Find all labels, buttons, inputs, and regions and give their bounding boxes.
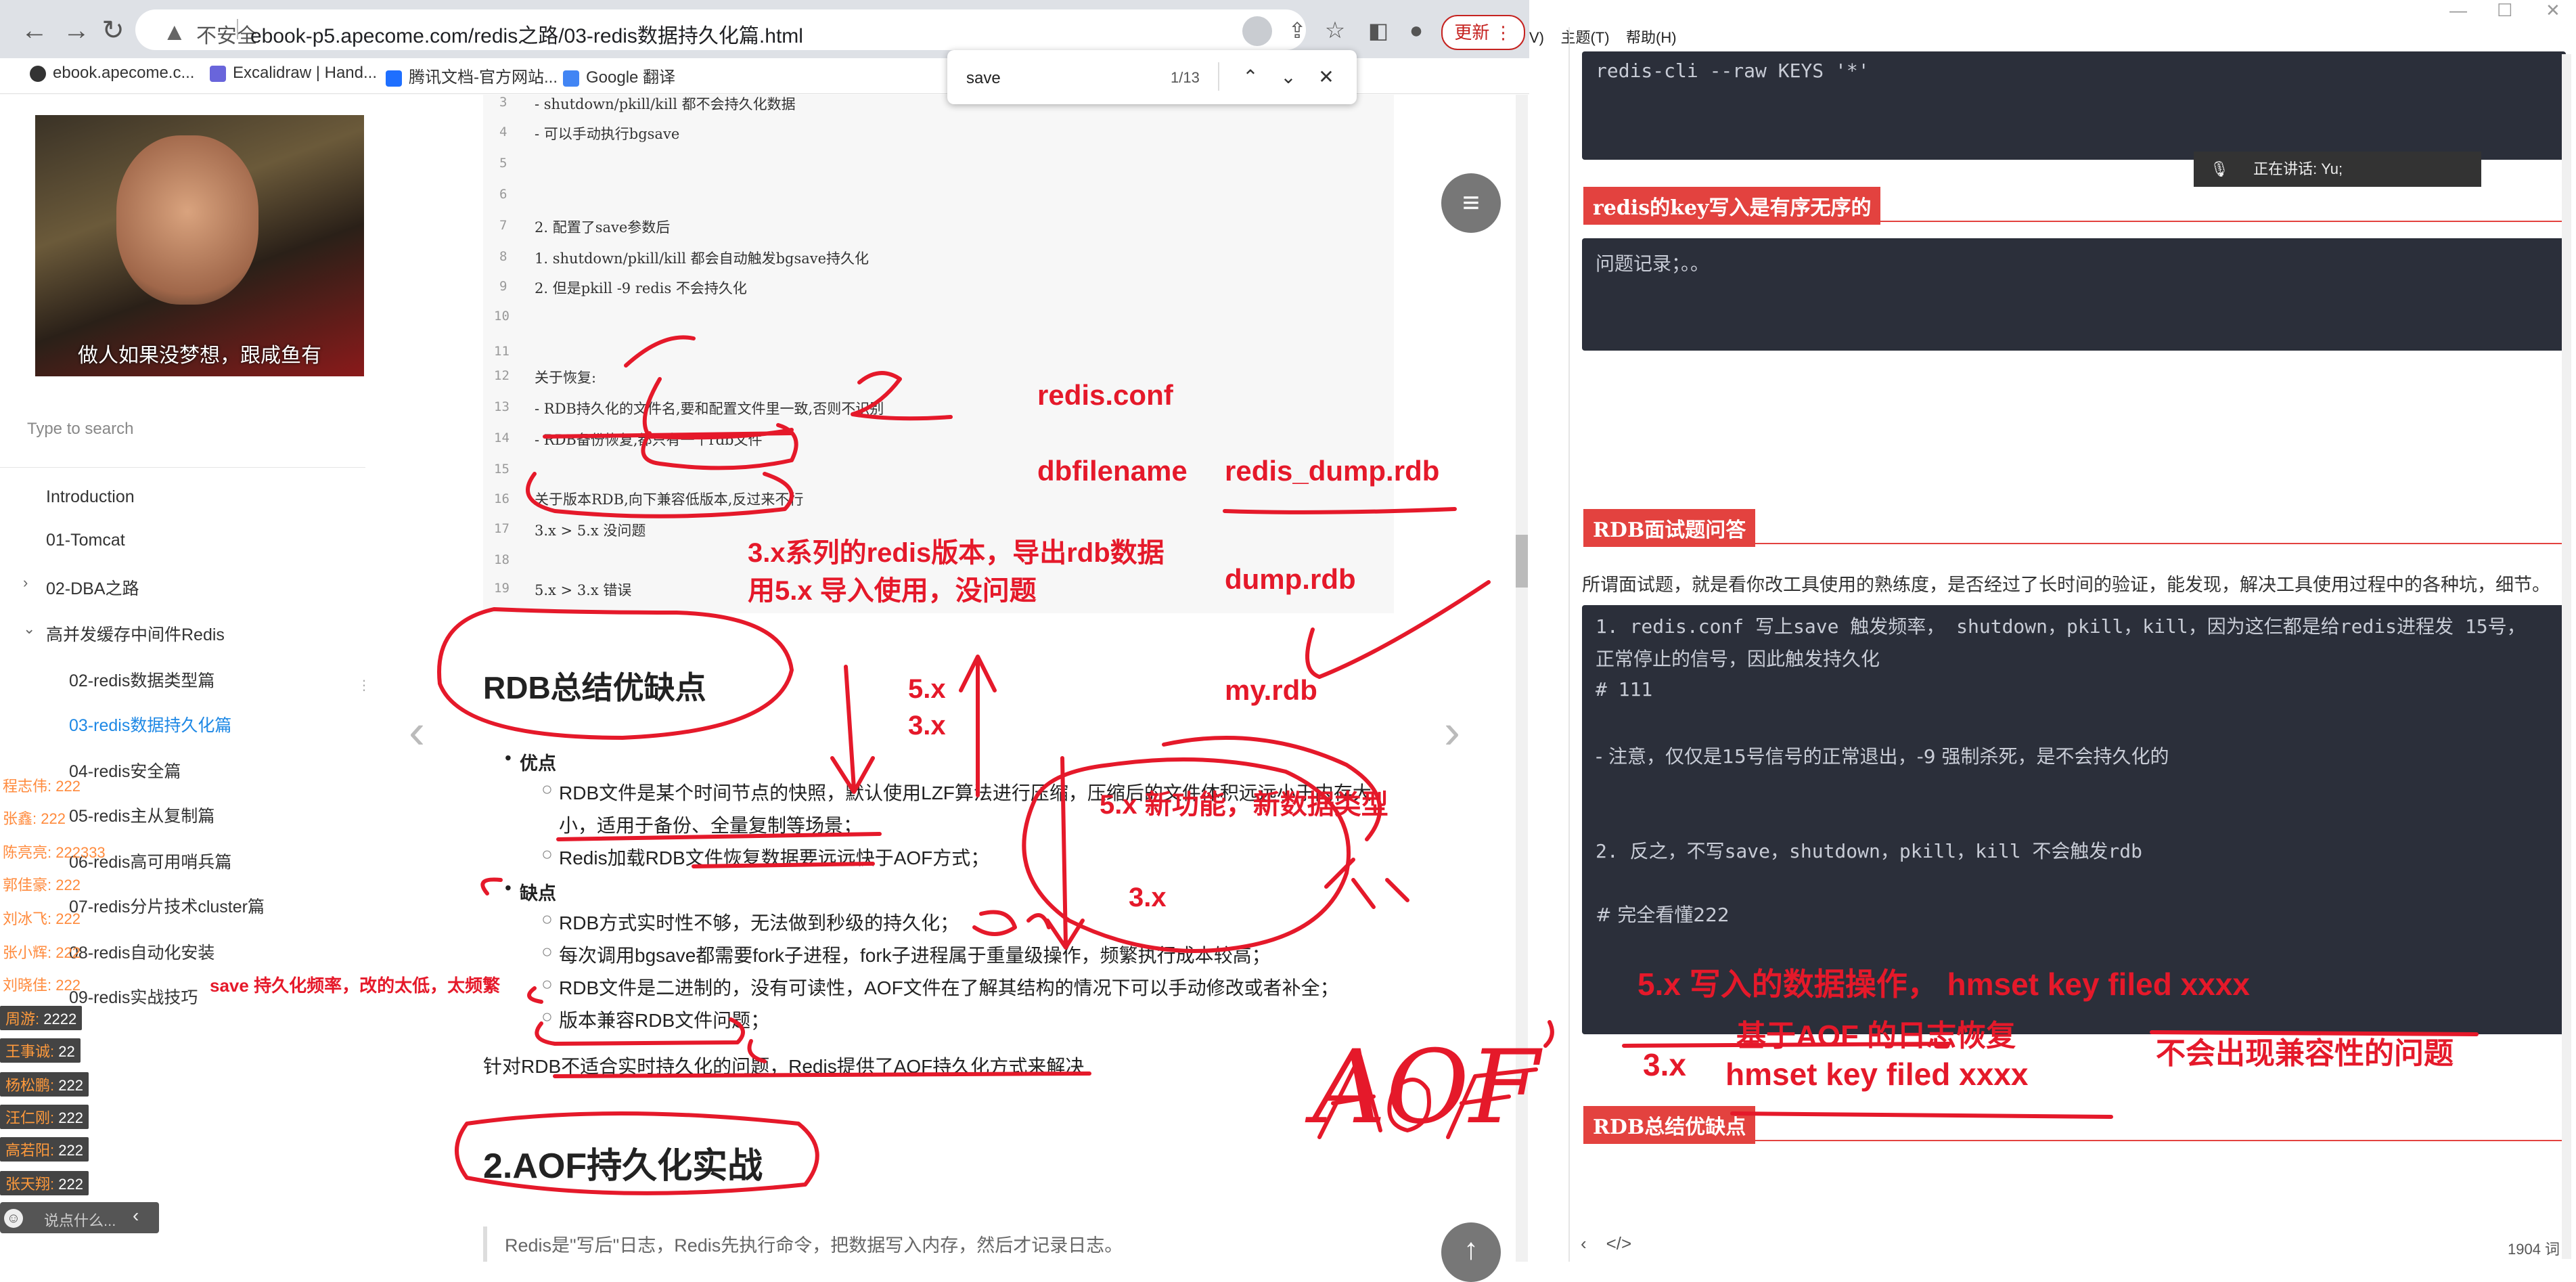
annotation-text: dump.rdb — [1225, 563, 1356, 595]
ink-stroke — [747, 1039, 767, 1063]
ink-stroke — [1305, 627, 1321, 679]
ink-stroke — [624, 335, 696, 368]
ink-stroke — [437, 607, 794, 740]
ink-stroke — [830, 665, 875, 794]
ink-stroke — [535, 1017, 745, 1046]
annotation-text: my.rdb — [1225, 674, 1317, 706]
ink-stroke — [1324, 858, 1409, 909]
annotation-text: dbfilename — [1037, 455, 1188, 487]
annotation-layer — [437, 335, 2479, 1195]
ink-stroke — [692, 862, 875, 868]
annotation-text: redis.conf — [1037, 379, 1173, 411]
annotation-text: 5.x — [908, 674, 946, 704]
annotation-text: 3.x — [908, 711, 946, 741]
annotation-text: 5.x 写入的数据操作， hmset key filed xxxx — [1637, 967, 2250, 1002]
ink-stroke — [959, 655, 997, 797]
ink-stroke — [972, 910, 1051, 936]
ink-stroke — [642, 377, 794, 440]
ink-stroke — [455, 1111, 819, 1195]
annotation-text: redis_dump.rdb — [1225, 455, 1440, 487]
annotation-text: 3.x — [1643, 1047, 1686, 1082]
annotation-text: 不会出现兼容性的问题 — [2156, 1037, 2454, 1070]
annotation-text: 基于AOF 的日志恢复 — [1736, 1019, 2016, 1053]
ink-stroke — [1317, 580, 1491, 679]
annotation-text: 用5.x 导入使用，没问题 — [748, 576, 1037, 606]
ink-stroke — [851, 371, 953, 421]
ink-stroke — [480, 877, 503, 896]
ink-stroke — [1543, 1020, 1554, 1048]
annotation-text: 3.x — [1129, 883, 1167, 912]
ink-stroke — [526, 472, 794, 518]
annotation-text: save 持久化频率，改的太低，太频繁 — [210, 975, 501, 996]
ink-stroke — [1223, 507, 1457, 514]
annotation-aof: AOF — [1313, 1029, 1540, 1147]
annotation-text: 3.x系列的redis版本，导出rdb数据 — [748, 538, 1165, 568]
annotation-text: 5.x 新功能，新数据类型 — [1100, 790, 1388, 820]
annotation-text: hmset key filed xxxx — [1725, 1057, 2029, 1092]
ink-stroke — [1730, 1111, 2113, 1119]
ink-stroke — [556, 832, 882, 841]
ink-stroke — [527, 986, 543, 1004]
ink-stroke — [553, 1071, 1091, 1078]
